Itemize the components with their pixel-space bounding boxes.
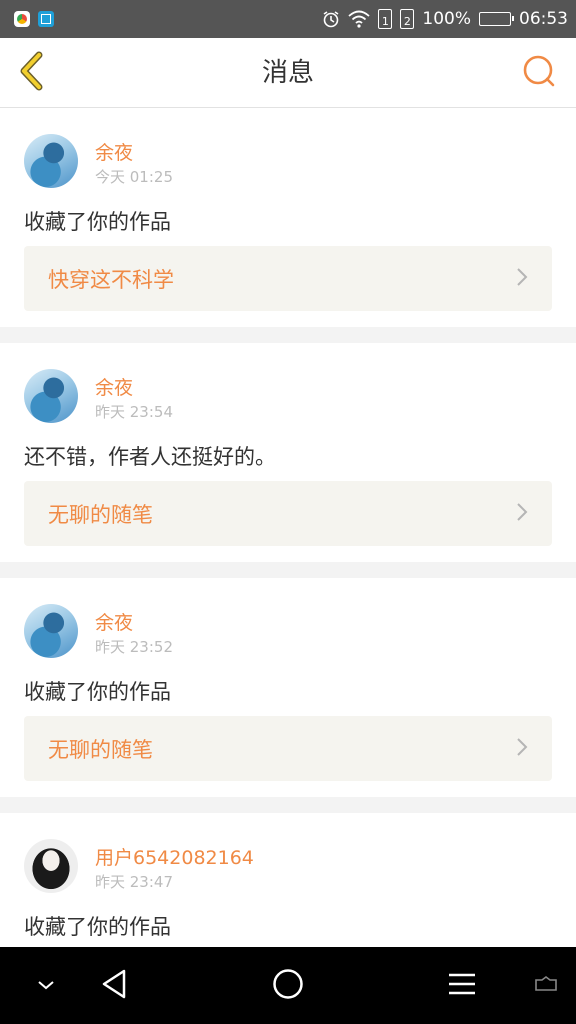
wifi-icon <box>348 10 370 28</box>
message-time: 昨天 23:47 <box>95 873 173 891</box>
circle-home-icon <box>272 968 304 1004</box>
recents-nav-button[interactable] <box>440 947 484 1024</box>
message-time: 今天 01:25 <box>95 168 173 186</box>
sim2-signal-icon: 2 <box>400 9 415 29</box>
work-link[interactable]: 无聊的随笔 <box>24 481 552 546</box>
battery-percent: 100% <box>422 9 471 29</box>
back-nav-button[interactable] <box>92 947 136 1024</box>
sender-name[interactable]: 用户6542082164 <box>95 843 254 870</box>
message-card: 余夜 昨天 23:52 收藏了你的作品 无聊的随笔 <box>0 578 576 797</box>
page-title: 消息 <box>261 58 314 88</box>
browser-app-icon <box>14 11 30 27</box>
chevron-right-icon <box>516 737 528 761</box>
home-nav-button[interactable] <box>266 947 310 1024</box>
system-nav-bar <box>0 947 576 1024</box>
message-text: 收藏了你的作品 <box>24 680 171 704</box>
search-button[interactable] <box>520 54 558 92</box>
tray-icon <box>534 975 558 996</box>
avatar[interactable] <box>24 839 78 893</box>
sender-name[interactable]: 余夜 <box>95 608 133 635</box>
message-list: 余夜 今天 01:25 收藏了你的作品 快穿这不科学 余夜 昨天 23:54 还… <box>0 108 576 967</box>
chevron-right-icon <box>516 502 528 526</box>
sender-name[interactable]: 余夜 <box>95 373 133 400</box>
message-card: 用户6542082164 昨天 23:47 收藏了你的作品 <box>0 813 576 951</box>
screenshot-app-icon <box>38 11 54 27</box>
status-bar: 1 2 100% 06:53 <box>0 0 576 38</box>
sim1-signal-icon: 1 <box>378 9 393 29</box>
alarm-icon <box>322 10 340 28</box>
message-time: 昨天 23:52 <box>95 638 173 656</box>
clock: 06:53 <box>519 9 568 29</box>
search-icon <box>522 54 556 92</box>
work-title: 快穿这不科学 <box>48 267 174 292</box>
avatar[interactable] <box>24 369 78 423</box>
message-text: 收藏了你的作品 <box>24 915 171 939</box>
menu-lines-icon <box>447 972 477 1000</box>
message-text: 收藏了你的作品 <box>24 210 171 234</box>
work-link[interactable]: 快穿这不科学 <box>24 246 552 311</box>
message-card: 余夜 昨天 23:54 还不错，作者人还挺好的。 无聊的随笔 <box>0 343 576 562</box>
chevron-down-icon <box>36 976 56 995</box>
message-time: 昨天 23:54 <box>95 403 173 421</box>
app-header: 消息 <box>0 38 576 108</box>
triangle-back-icon <box>100 968 128 1004</box>
message-text: 还不错，作者人还挺好的。 <box>24 445 276 469</box>
work-title: 无聊的随笔 <box>48 737 153 762</box>
message-card: 余夜 今天 01:25 收藏了你的作品 快穿这不科学 <box>0 108 576 327</box>
work-link[interactable]: 无聊的随笔 <box>24 716 552 781</box>
notification-pull-button[interactable] <box>526 947 566 1024</box>
avatar[interactable] <box>24 604 78 658</box>
hide-nav-button[interactable] <box>26 947 66 1024</box>
sender-name[interactable]: 余夜 <box>95 138 133 165</box>
battery-icon <box>479 12 514 26</box>
avatar[interactable] <box>24 134 78 188</box>
work-title: 无聊的随笔 <box>48 502 153 527</box>
chevron-right-icon <box>516 267 528 291</box>
